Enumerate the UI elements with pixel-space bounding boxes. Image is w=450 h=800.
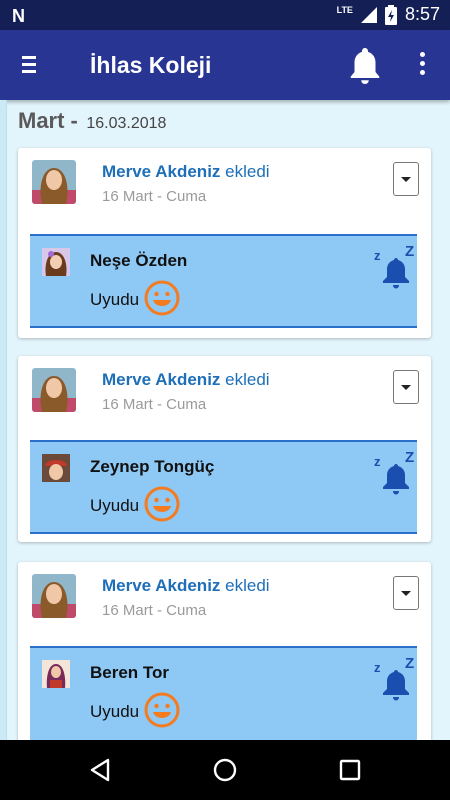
recents-icon[interactable] <box>336 756 364 784</box>
more-vert-icon[interactable] <box>418 52 426 78</box>
card-date: 16 Mart - Cuma <box>102 396 207 413</box>
author-verb: ekledi <box>225 162 270 181</box>
card-dropdown-button[interactable] <box>393 576 419 610</box>
left-edge-divider <box>0 100 7 740</box>
system-nav-bar <box>0 740 450 800</box>
app-bar: İhlas Koleji <box>0 30 450 100</box>
author-name-link[interactable]: Merve Akdeniz <box>102 162 220 181</box>
smiley-icon <box>144 692 180 728</box>
back-icon[interactable] <box>86 756 114 784</box>
svg-text:Z: Z <box>405 656 414 672</box>
child-photo <box>42 454 70 482</box>
child-name: Neşe Özden <box>90 251 188 270</box>
activity-entry[interactable]: Beren Tor Uyudu z Z <box>30 646 417 744</box>
network-label: LTE <box>336 4 353 15</box>
child-photo <box>42 248 70 276</box>
sleep-bell-icon: z Z <box>374 450 414 495</box>
hamburger-icon[interactable] <box>22 56 40 74</box>
child-name: Zeynep Tongüç <box>90 457 215 476</box>
svg-text:z: z <box>374 248 381 263</box>
app-title: İhlas Koleji <box>90 52 212 78</box>
card-author-line: Merve Akdeniz ekledi <box>102 162 270 182</box>
status-bar: N LTE 8:57 <box>0 0 450 30</box>
sleep-bell-icon: z Z <box>374 244 414 289</box>
avatar[interactable] <box>32 368 76 412</box>
author-verb: ekledi <box>225 576 270 595</box>
author-verb: ekledi <box>225 370 270 389</box>
child-name: Beren Tor <box>90 663 170 682</box>
activity-status: Uyudu <box>90 290 140 309</box>
card-author-line: Merve Akdeniz ekledi <box>102 576 270 596</box>
svg-text:z: z <box>374 660 381 675</box>
section-month: Mart - <box>18 108 78 133</box>
bell-icon[interactable] <box>347 46 383 86</box>
card-author-line: Merve Akdeniz ekledi <box>102 370 270 390</box>
author-name-link[interactable]: Merve Akdeniz <box>102 576 220 595</box>
activity-card: Merve Akdeniz ekledi 16 Mart - Cuma Zeyn… <box>18 356 431 542</box>
activity-entry[interactable]: Zeynep Tongüç Uyudu z Z <box>30 440 417 534</box>
card-date: 16 Mart - Cuma <box>102 188 207 205</box>
card-dropdown-button[interactable] <box>393 370 419 404</box>
n-logo-icon: N <box>12 6 25 26</box>
activity-card: Merve Akdeniz ekledi 16 Mart - Cuma Neşe… <box>18 148 431 338</box>
avatar[interactable] <box>32 160 76 204</box>
activity-entry[interactable]: Neşe Özden Uyudu z Z <box>30 234 417 328</box>
clock: 8:57 <box>404 4 440 24</box>
author-name-link[interactable]: Merve Akdeniz <box>102 370 220 389</box>
child-photo <box>42 660 70 688</box>
sleep-bell-icon: z Z <box>374 656 414 701</box>
card-dropdown-button[interactable] <box>393 162 419 196</box>
section-header: Mart - 16.03.2018 <box>18 108 166 134</box>
svg-text:Z: Z <box>405 450 414 466</box>
svg-text:z: z <box>374 454 381 469</box>
svg-text:Z: Z <box>405 244 414 260</box>
smiley-icon <box>144 486 180 522</box>
activity-card: Merve Akdeniz ekledi 16 Mart - Cuma Bere… <box>18 562 431 744</box>
battery-icon <box>384 4 397 25</box>
home-icon[interactable] <box>211 756 239 784</box>
avatar[interactable] <box>32 574 76 618</box>
activity-status: Uyudu <box>90 702 140 721</box>
card-date: 16 Mart - Cuma <box>102 602 207 619</box>
section-date: 16.03.2018 <box>86 115 167 132</box>
signal-icon <box>360 6 377 23</box>
smiley-icon <box>144 280 180 316</box>
activity-status: Uyudu <box>90 496 140 515</box>
status-icons: LTE 8:57 <box>337 4 440 25</box>
